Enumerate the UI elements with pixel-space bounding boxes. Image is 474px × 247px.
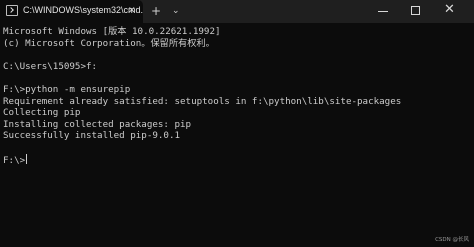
chevron-down-icon[interactable]: ⌄ (172, 4, 180, 18)
prompt-line[interactable]: F:\> (3, 153, 471, 166)
minimize-button[interactable] (378, 11, 388, 12)
new-tab-button[interactable]: + (151, 3, 161, 19)
close-tab-icon[interactable]: ✕ (128, 4, 136, 18)
terminal-line: F:\>python -m ensurepip (3, 83, 131, 95)
maximize-button[interactable] (411, 6, 420, 15)
terminal-line: Requirement already satisfied: setuptool… (3, 95, 402, 107)
watermark: CSDN @长风 (435, 237, 469, 243)
terminal-icon (6, 5, 18, 16)
terminal-tab[interactable]: C:\WINDOWS\system32\cmd. ✕ (0, 0, 143, 23)
close-window-button[interactable]: ✕ (444, 2, 455, 18)
terminal-line: Collecting pip (3, 107, 81, 119)
terminal-line: C:\Users\15095>f: (3, 60, 98, 72)
tab-title: C:\WINDOWS\system32\cmd. (23, 5, 144, 15)
terminal-line: Microsoft Windows [版本 10.0.22621.1992] (3, 26, 221, 37)
terminal-line: (c) Microsoft Corporation。保留所有权利。 (3, 37, 215, 49)
terminal-line: Installing collected packages: pip (3, 118, 192, 130)
text-cursor (26, 153, 28, 164)
title-bar: C:\WINDOWS\system32\cmd. ✕ + ⌄ ✕ (0, 0, 474, 23)
terminal-output[interactable]: Microsoft Windows [版本 10.0.22621.1992] (… (3, 26, 471, 241)
terminal-line: Successfully installed pip-9.0.1 (3, 130, 181, 142)
prompt-text: F:\> (3, 154, 26, 166)
